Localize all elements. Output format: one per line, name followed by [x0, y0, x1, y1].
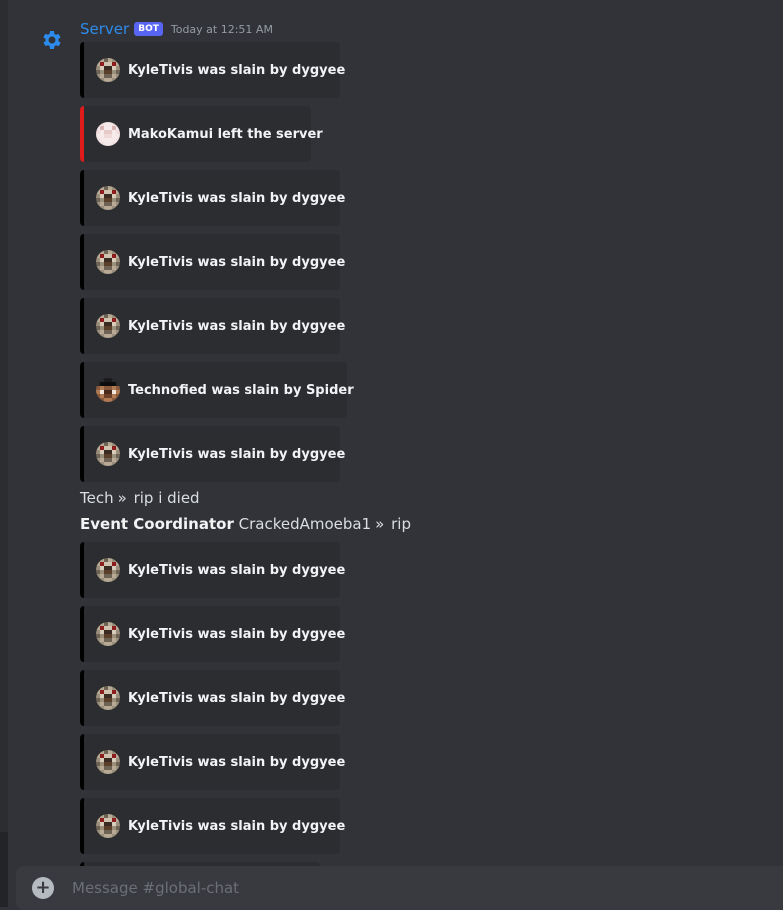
embed-text: KyleTivis was slain by dygyee [128, 754, 346, 770]
embed-text: KyleTivis was slain by dygyee [128, 318, 346, 334]
player-skin-icon [96, 558, 120, 582]
user-panel-edge [0, 832, 8, 907]
embed-text: KyleTivis was slain by dygyee [128, 562, 346, 578]
embed-card: KyleTivis was slain by dygyee [80, 798, 345, 854]
server-sidebar-edge [0, 0, 8, 907]
player-skin-icon [96, 314, 120, 338]
player-skin-icon [96, 378, 120, 402]
author-name[interactable]: Server [80, 20, 129, 38]
plus-circle-icon[interactable]: + [32, 877, 54, 899]
embed-card: KyleTivis was slain by dygyee [80, 670, 345, 726]
timestamp[interactable]: Today at 12:51 AM [171, 23, 273, 36]
chat-line: Event Coordinator CrackedAmoeba1» rip [80, 514, 411, 534]
chat-line: Tech» rip i died [80, 488, 200, 508]
player-skin-icon [96, 250, 120, 274]
player-skin-icon [96, 814, 120, 838]
embed-card: KyleTivis was slain by dygyee [80, 298, 345, 354]
embed-text: KyleTivis was slain by dygyee [128, 446, 346, 462]
embed-text: KyleTivis was slain by dygyee [128, 626, 346, 642]
message-composer[interactable]: + [16, 866, 783, 910]
embed-text: KyleTivis was slain by dygyee [128, 190, 346, 206]
message-input[interactable] [70, 878, 674, 898]
embed-card: KyleTivis was slain by dygyee [80, 42, 345, 98]
embed-card: KyleTivis was slain by dygyee [80, 542, 345, 598]
embed-card: KyleTivis was slain by dygyee [80, 170, 345, 226]
player-skin-icon [96, 622, 120, 646]
gear-icon[interactable] [32, 20, 72, 60]
player-skin-icon [96, 686, 120, 710]
message-header: Server BOT Today at 12:51 AM [80, 19, 273, 39]
player-name: CrackedAmoeba1 [238, 515, 372, 533]
embed-card: KyleTivis was slain by dygyee [80, 426, 345, 482]
embed-text: MakoKamui left the server [128, 126, 323, 142]
player-skin-icon [96, 122, 120, 146]
chat-text: rip i died [133, 489, 200, 507]
embed-text: KyleTivis was slain by dygyee [128, 690, 346, 706]
player-skin-icon [96, 750, 120, 774]
embed-text: KyleTivis was slain by dygyee [128, 254, 346, 270]
chat-text: rip [391, 515, 411, 533]
bot-tag: BOT [134, 22, 163, 36]
embed-card: Technofied was slain by Spider [80, 362, 354, 418]
player-skin-icon [96, 442, 120, 466]
chat-separator: » [117, 489, 127, 507]
embed-card: KyleTivis was slain by dygyee [80, 606, 345, 662]
player-skin-icon [96, 58, 120, 82]
embed-card: MakoKamui left the server [80, 106, 323, 162]
embed-text: KyleTivis was slain by dygyee [128, 818, 346, 834]
player-role: Event Coordinator [80, 515, 234, 533]
embed-card: KyleTivis was slain by dygyee [80, 234, 345, 290]
embed-text: KyleTivis was slain by dygyee [128, 62, 346, 78]
chat-separator: » [375, 515, 385, 533]
message-list[interactable]: Server BOT Today at 12:51 AM KyleTivis w… [8, 0, 783, 907]
embed-text: Technofied was slain by Spider [128, 382, 354, 398]
embed-card: KyleTivis was slain by dygyee [80, 734, 345, 790]
player-name: Tech [80, 489, 114, 507]
player-skin-icon [96, 186, 120, 210]
